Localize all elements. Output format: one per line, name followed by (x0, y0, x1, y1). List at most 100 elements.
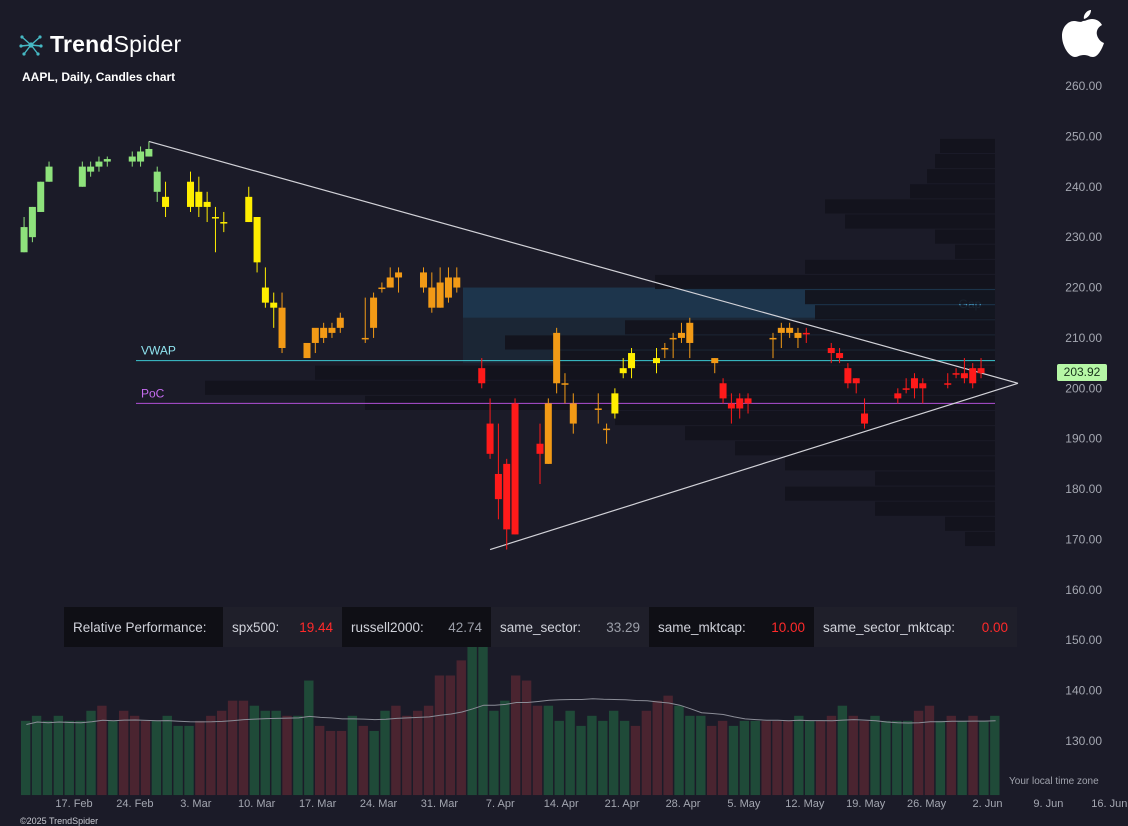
volume-bar (837, 705, 848, 796)
perf-item-same-sector: same_sector: 33.29 (491, 607, 649, 647)
volume-bar (173, 725, 183, 796)
candle-body (944, 383, 952, 385)
perf-value: 33.29 (606, 619, 640, 635)
volume-bar (696, 715, 706, 796)
candle-body (478, 368, 486, 384)
volume-bar (761, 720, 771, 796)
volume-bar (304, 680, 314, 796)
relative-performance-bar: Relative Performance: spx500: 19.44 russ… (64, 607, 1017, 647)
volume-bar (162, 715, 172, 796)
volume-bar (325, 730, 336, 796)
volume-bar (652, 700, 662, 796)
volume-bar (184, 725, 194, 796)
x-axis-tick-label: 17. Feb (55, 798, 92, 810)
candle-body (45, 166, 53, 182)
volume-profile-bar (935, 229, 995, 244)
x-axis-tick-label: 28. Apr (666, 798, 701, 810)
candle-body (677, 332, 685, 338)
x-axis-tick-label: 16. Jun (1091, 798, 1127, 810)
volume-bar (826, 715, 837, 796)
relative-performance-title: Relative Performance: (64, 607, 223, 647)
candle-body (594, 408, 602, 410)
x-axis-tick-label: 14. Apr (544, 798, 579, 810)
candle-body (719, 383, 727, 399)
perf-item-same-sector-mktcap: same_sector_mktcap: 0.00 (814, 607, 1017, 647)
candle-body (727, 403, 735, 409)
candle-body (370, 297, 378, 328)
volume-bar (881, 720, 891, 796)
candle-body (278, 307, 286, 348)
candle-body (861, 413, 869, 424)
volume-bar (576, 725, 586, 796)
candle-body (386, 277, 394, 288)
y-axis-tick-label: 130.00 (1065, 734, 1102, 748)
chart-stage: 260.00 250.00 240.00 230.00 220.00 210.00 200.… (0, 0, 1128, 826)
volume-bar (717, 720, 728, 796)
candle-body (744, 398, 752, 404)
candle-body (852, 378, 860, 384)
y-axis-tick-label: 160.00 (1065, 583, 1102, 597)
volume-profile-bar (805, 290, 995, 305)
candle-body (103, 159, 111, 162)
volume-profile-bar (655, 274, 995, 290)
volume-bar (903, 720, 913, 796)
candle-body (769, 337, 777, 340)
volume-bar (728, 725, 739, 796)
volume-bar (238, 700, 249, 796)
volume-bar (64, 720, 74, 796)
volume-profile-bar (875, 501, 995, 516)
x-axis-tick-label: 9. Jun (1033, 798, 1063, 810)
candle-body (187, 181, 194, 207)
volume-bar (739, 720, 750, 796)
candle-body (28, 206, 36, 238)
volume-bar (467, 640, 477, 796)
candle-body (777, 327, 785, 333)
candle-body (919, 383, 927, 389)
volume-bar (380, 710, 390, 796)
volume-bar (750, 720, 760, 796)
volume-bar (913, 710, 924, 796)
candle-body (87, 166, 95, 172)
y-axis-tick-label: 180.00 (1065, 482, 1102, 496)
volume-bar (957, 720, 967, 796)
volume-bar (565, 710, 575, 796)
candle-body (619, 368, 627, 374)
candle-body (902, 388, 910, 390)
volume-bar (456, 660, 466, 796)
perf-value: 0.00 (981, 619, 1008, 635)
volume-bar (870, 715, 880, 796)
volume-bar (336, 730, 347, 796)
volume-profile-bar (910, 184, 995, 199)
volume-bar (206, 715, 216, 796)
x-axis-tick-label: 5. May (727, 798, 761, 810)
volume-bar (86, 710, 96, 796)
candle-body (960, 373, 968, 379)
candlestick-chart[interactable]: 260.00 250.00 240.00 230.00 220.00 210.00 200.… (0, 0, 1128, 826)
candle-body (95, 161, 103, 167)
candle-body (569, 403, 577, 424)
x-axis-tick-label: 3. Mar (180, 798, 212, 810)
volume-bar (489, 710, 499, 796)
volume-profile-bar (685, 426, 995, 441)
volume-bar (619, 720, 630, 796)
candle-body (245, 196, 253, 223)
volume-bar (195, 720, 205, 796)
volume-bar (282, 715, 292, 796)
volume-profile-bar (805, 259, 995, 274)
candle-body (686, 322, 694, 343)
volume-profile-bar (927, 169, 995, 184)
candle-body (669, 337, 677, 340)
candle-body (453, 277, 461, 288)
x-axis-tick-label: 31. Mar (421, 798, 459, 810)
y-axis-tick-label: 200.00 (1065, 381, 1102, 395)
candle-body (203, 201, 211, 207)
volume-profile-bar (785, 486, 995, 501)
y-axis-tick-label: 230.00 (1065, 230, 1102, 244)
volume-bar (413, 710, 423, 796)
candle-body (844, 368, 852, 384)
volume-profile-bar (935, 154, 995, 169)
volume-profile-bar (785, 456, 995, 471)
volume-profile-bar (505, 335, 995, 350)
y-axis-tick-label: 240.00 (1065, 180, 1102, 194)
volume-bar (979, 720, 989, 796)
